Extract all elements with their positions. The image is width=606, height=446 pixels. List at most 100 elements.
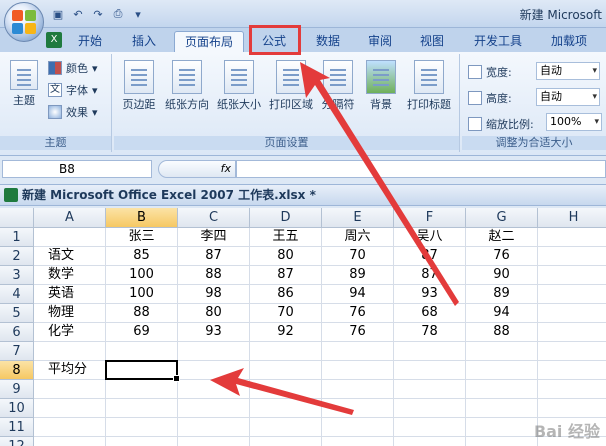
cell-f7[interactable] (394, 342, 466, 361)
cell-e5[interactable]: 76 (322, 304, 394, 323)
cell-h10[interactable] (538, 399, 606, 418)
cell-f5[interactable]: 68 (394, 304, 466, 323)
cell-h9[interactable] (538, 380, 606, 399)
formula-input[interactable] (236, 160, 606, 178)
tab-review[interactable]: 审阅 (360, 31, 400, 52)
cell-e12[interactable] (322, 437, 394, 446)
cell-h2[interactable] (538, 247, 606, 266)
cell-h1[interactable] (538, 228, 606, 247)
row-header-8[interactable]: 8 (0, 361, 34, 380)
theme-colors-button[interactable]: 颜色 ▾ (48, 60, 98, 76)
cell-c6[interactable]: 93 (178, 323, 250, 342)
cell-f9[interactable] (394, 380, 466, 399)
tab-home[interactable]: 开始 (70, 31, 110, 52)
cell-h3[interactable] (538, 266, 606, 285)
cell-e6[interactable]: 76 (322, 323, 394, 342)
fx-icon[interactable]: fx (158, 160, 236, 178)
theme-effects-button[interactable]: 效果 ▾ (48, 104, 98, 120)
name-box[interactable]: B8 (2, 160, 152, 178)
cell-c3[interactable]: 88 (178, 266, 250, 285)
background-button[interactable]: 背景 (362, 60, 400, 112)
cell-c5[interactable]: 80 (178, 304, 250, 323)
column-header-c[interactable]: C (178, 208, 250, 228)
cell-e1[interactable]: 周六 (322, 228, 394, 247)
cell-d5[interactable]: 70 (250, 304, 322, 323)
row-header-2[interactable]: 2 (0, 247, 34, 266)
cell-a11[interactable] (34, 418, 106, 437)
cell-g1[interactable]: 赵二 (466, 228, 538, 247)
cell-h8[interactable] (538, 361, 606, 380)
column-header-d[interactable]: D (250, 208, 322, 228)
cell-e2[interactable]: 70 (322, 247, 394, 266)
cell-d7[interactable] (250, 342, 322, 361)
cell-g4[interactable]: 89 (466, 285, 538, 304)
row-header-7[interactable]: 7 (0, 342, 34, 361)
tab-addins[interactable]: 加载项 (544, 31, 594, 52)
row-header-4[interactable]: 4 (0, 285, 34, 304)
cell-a10[interactable] (34, 399, 106, 418)
cell-a2[interactable]: 语文 (34, 247, 106, 266)
cell-f6[interactable]: 78 (394, 323, 466, 342)
cell-d2[interactable]: 80 (250, 247, 322, 266)
cell-c7[interactable] (178, 342, 250, 361)
cell-c10[interactable] (178, 399, 250, 418)
cell-f10[interactable] (394, 399, 466, 418)
width-select[interactable]: 自动 (536, 62, 600, 80)
cell-g6[interactable]: 88 (466, 323, 538, 342)
row-header-1[interactable]: 1 (0, 228, 34, 247)
select-all-corner[interactable] (0, 208, 34, 228)
cell-b4[interactable]: 100 (106, 285, 178, 304)
tab-data[interactable]: 数据 (308, 31, 348, 52)
cell-a9[interactable] (34, 380, 106, 399)
cell-g3[interactable]: 90 (466, 266, 538, 285)
print-preview-icon[interactable]: ⎙ (110, 6, 126, 22)
size-button[interactable]: 纸张大小 (214, 60, 264, 112)
cell-c4[interactable]: 98 (178, 285, 250, 304)
cell-g12[interactable] (466, 437, 538, 446)
cell-d9[interactable] (250, 380, 322, 399)
cell-h6[interactable] (538, 323, 606, 342)
cell-f8[interactable] (394, 361, 466, 380)
customize-icon[interactable]: ▾ (130, 6, 146, 22)
cell-b1[interactable]: 张三 (106, 228, 178, 247)
breaks-button[interactable]: 分隔符 (318, 60, 358, 112)
cell-c11[interactable] (178, 418, 250, 437)
cell-c2[interactable]: 87 (178, 247, 250, 266)
cell-g5[interactable]: 94 (466, 304, 538, 323)
cell-c1[interactable]: 李四 (178, 228, 250, 247)
cell-d6[interactable]: 92 (250, 323, 322, 342)
cell-a12[interactable] (34, 437, 106, 446)
row-header-5[interactable]: 5 (0, 304, 34, 323)
cell-a3[interactable]: 数学 (34, 266, 106, 285)
cell-c9[interactable] (178, 380, 250, 399)
cell-f3[interactable]: 87 (394, 266, 466, 285)
cell-g8[interactable] (466, 361, 538, 380)
height-select[interactable]: 自动 (536, 88, 600, 106)
cell-f2[interactable]: 87 (394, 247, 466, 266)
cell-e7[interactable] (322, 342, 394, 361)
cell-f12[interactable] (394, 437, 466, 446)
cell-a4[interactable]: 英语 (34, 285, 106, 304)
cell-a6[interactable]: 化学 (34, 323, 106, 342)
cell-f4[interactable]: 93 (394, 285, 466, 304)
cell-e10[interactable] (322, 399, 394, 418)
margins-button[interactable]: 页边距 (116, 60, 162, 112)
print-titles-button[interactable]: 打印标题 (402, 60, 456, 112)
cell-b11[interactable] (106, 418, 178, 437)
cell-g9[interactable] (466, 380, 538, 399)
cell-b2[interactable]: 85 (106, 247, 178, 266)
cell-c12[interactable] (178, 437, 250, 446)
undo-icon[interactable]: ↶ (70, 6, 86, 22)
tab-developer[interactable]: 开发工具 (466, 31, 530, 52)
cell-a8[interactable]: 平均分 (34, 361, 106, 380)
cell-d3[interactable]: 87 (250, 266, 322, 285)
cell-g11[interactable] (466, 418, 538, 437)
cell-h5[interactable] (538, 304, 606, 323)
column-header-h[interactable]: H (538, 208, 606, 228)
cell-e9[interactable] (322, 380, 394, 399)
row-header-10[interactable]: 10 (0, 399, 34, 418)
save-icon[interactable]: ▣ (50, 6, 66, 22)
print-area-button[interactable]: 打印区域 (266, 60, 316, 112)
cell-h7[interactable] (538, 342, 606, 361)
tab-view[interactable]: 视图 (412, 31, 452, 52)
